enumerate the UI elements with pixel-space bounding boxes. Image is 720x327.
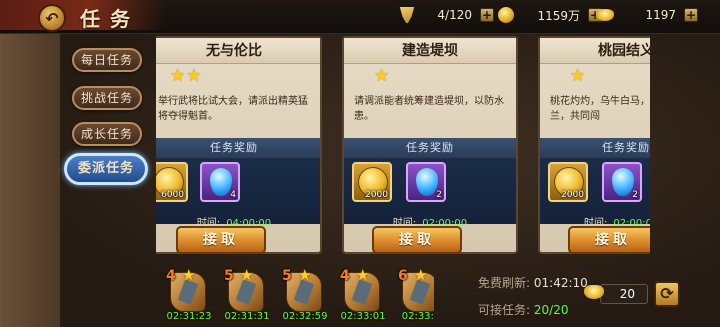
- reward-count: 2: [436, 190, 442, 200]
- reward-title: 任务奖励: [540, 138, 650, 158]
- task-title: 桃园结义: [540, 38, 650, 64]
- reward-count: 2000: [561, 190, 584, 200]
- add-stamina-button[interactable]: +: [480, 8, 494, 22]
- top-bar: ↶ 任务 4/120 + 1159万 + 1197 +: [0, 0, 720, 34]
- reward-items: 2000 2: [344, 158, 516, 204]
- task-card: 桃园结义 ★ 桃花灼灼，乌牛白马，人义结金兰，共同闯 任务奖励 2000 2 时…: [538, 36, 650, 254]
- stamina-value: 4/120: [437, 8, 472, 22]
- task-stars: ★★: [156, 64, 320, 90]
- reward-title: 任务奖励: [344, 138, 516, 158]
- task-stars: ★: [540, 64, 650, 90]
- task-title: 无与伦比: [156, 38, 320, 64]
- dispatch-slot[interactable]: 4 ★ 02:31:23: [164, 266, 214, 324]
- star-icon: ★: [170, 66, 186, 86]
- slot-level: 5: [224, 268, 234, 284]
- star-icon: ★: [374, 66, 390, 86]
- reward-gem[interactable]: 4: [200, 162, 240, 202]
- refresh-button[interactable]: ⟳: [654, 281, 680, 307]
- cup-icon: [399, 7, 415, 23]
- star-icon: ★: [356, 266, 370, 284]
- dispatch-slot[interactable]: 6 ★ 02:33:0: [396, 268, 434, 324]
- gem-icon: [612, 168, 634, 196]
- task-description: 桃花灼灼，乌牛白马，人义结金兰，共同闯: [550, 96, 650, 122]
- slot-level: 5: [282, 268, 292, 284]
- acceptable-tasks-line: 可接任务: 20/20: [478, 301, 568, 318]
- reward-gem[interactable]: 2: [406, 162, 446, 202]
- reward-count: 4: [230, 190, 236, 200]
- add-ingot-button[interactable]: +: [684, 8, 698, 22]
- dispatch-slot[interactable]: 4 ★ 02:33:01: [338, 266, 388, 324]
- task-description: 请调派能者统筹建造堤坝，以防水患。: [354, 96, 504, 122]
- slot-time: 02:33:0: [401, 311, 434, 322]
- left-frame: [0, 34, 62, 327]
- tab-daily[interactable]: 每日任务: [72, 48, 142, 72]
- tab-challenge[interactable]: 挑战任务: [72, 86, 142, 110]
- reward-items: 2000 2: [540, 158, 650, 204]
- slot-time: 02:32:59: [282, 311, 328, 322]
- star-icon: ★: [240, 266, 254, 284]
- slot-level: 4: [340, 268, 350, 284]
- task-card-list: 无与伦比 ★★ 举行武将比试大会，请派出精英猛将夺得魁首。 任务奖励 6000 …: [156, 34, 650, 254]
- tab-dispatch[interactable]: 委派任务: [64, 153, 148, 185]
- ingot-icon: [584, 285, 604, 299]
- reward-coin[interactable]: 2000: [548, 162, 588, 202]
- free-refresh-line: 免费刷新: 01:42:10: [478, 274, 588, 291]
- slot-time: 02:31:23: [166, 311, 212, 322]
- acceptable-tasks-count: 20/20: [533, 303, 569, 317]
- ingot-icon: [596, 9, 614, 21]
- gem-icon: [210, 168, 232, 196]
- slot-level: 6: [398, 268, 408, 284]
- reward-coin[interactable]: 2000: [352, 162, 392, 202]
- task-card: 建造堤坝 ★ 请调派能者统筹建造堤坝，以防水患。 任务奖励 2000 2 时间:…: [342, 36, 518, 254]
- slot-time: 02:31:31: [224, 311, 270, 322]
- reward-coin[interactable]: 6000: [156, 162, 188, 202]
- star-icon: ★: [186, 66, 202, 86]
- reward-count: 6000: [161, 190, 184, 200]
- reward-count: 2: [632, 190, 638, 200]
- free-refresh-time: 01:42:10: [533, 276, 588, 290]
- reward-count: 2000: [365, 190, 388, 200]
- back-button[interactable]: ↶: [38, 4, 66, 32]
- refresh-cost: 20: [600, 284, 648, 304]
- reward-section: 任务奖励 6000 4: [156, 138, 320, 224]
- coin-icon: [498, 7, 514, 23]
- accept-button[interactable]: 接取: [568, 226, 650, 254]
- accept-button[interactable]: 接取: [176, 226, 266, 254]
- task-title: 建造堤坝: [344, 38, 516, 64]
- star-icon: ★: [298, 266, 312, 284]
- star-icon: ★: [182, 266, 196, 284]
- task-stars: ★: [344, 64, 516, 90]
- refresh-icon: ⟳: [660, 284, 674, 303]
- ingot-resource: 1197 +: [596, 6, 698, 24]
- ingot-value: 1197: [645, 8, 676, 22]
- acceptable-tasks-label: 可接任务:: [478, 303, 531, 317]
- reward-gem[interactable]: 2: [602, 162, 642, 202]
- reward-items: 6000 4: [156, 158, 320, 204]
- gem-icon: [416, 168, 438, 196]
- tab-growth[interactable]: 成长任务: [72, 122, 142, 146]
- free-refresh-label: 免费刷新:: [478, 276, 531, 290]
- dispatch-slot[interactable]: 5 ★ 02:31:31: [222, 266, 272, 324]
- star-icon: ★: [414, 268, 428, 284]
- reward-section: 任务奖励 2000 2: [344, 138, 516, 224]
- dispatch-slot[interactable]: 5 ★ 02:32:59: [280, 266, 330, 324]
- slot-time: 02:33:01: [340, 311, 386, 322]
- reward-title: 任务奖励: [156, 138, 320, 158]
- coin-value: 1159万: [537, 8, 580, 23]
- accept-button[interactable]: 接取: [372, 226, 462, 254]
- star-icon: ★: [570, 66, 586, 86]
- back-arrow-icon: ↶: [45, 8, 59, 28]
- reward-section: 任务奖励 2000 2: [540, 138, 650, 224]
- task-card: 无与伦比 ★★ 举行武将比试大会，请派出精英猛将夺得魁首。 任务奖励 6000 …: [156, 36, 322, 254]
- task-description: 举行武将比试大会，请派出精英猛将夺得魁首。: [158, 96, 308, 122]
- stamina-resource: 4/120 +: [398, 6, 494, 24]
- page-title: 任务: [80, 7, 140, 31]
- slot-level: 4: [166, 268, 176, 284]
- coin-resource: 1159万 +: [498, 6, 602, 24]
